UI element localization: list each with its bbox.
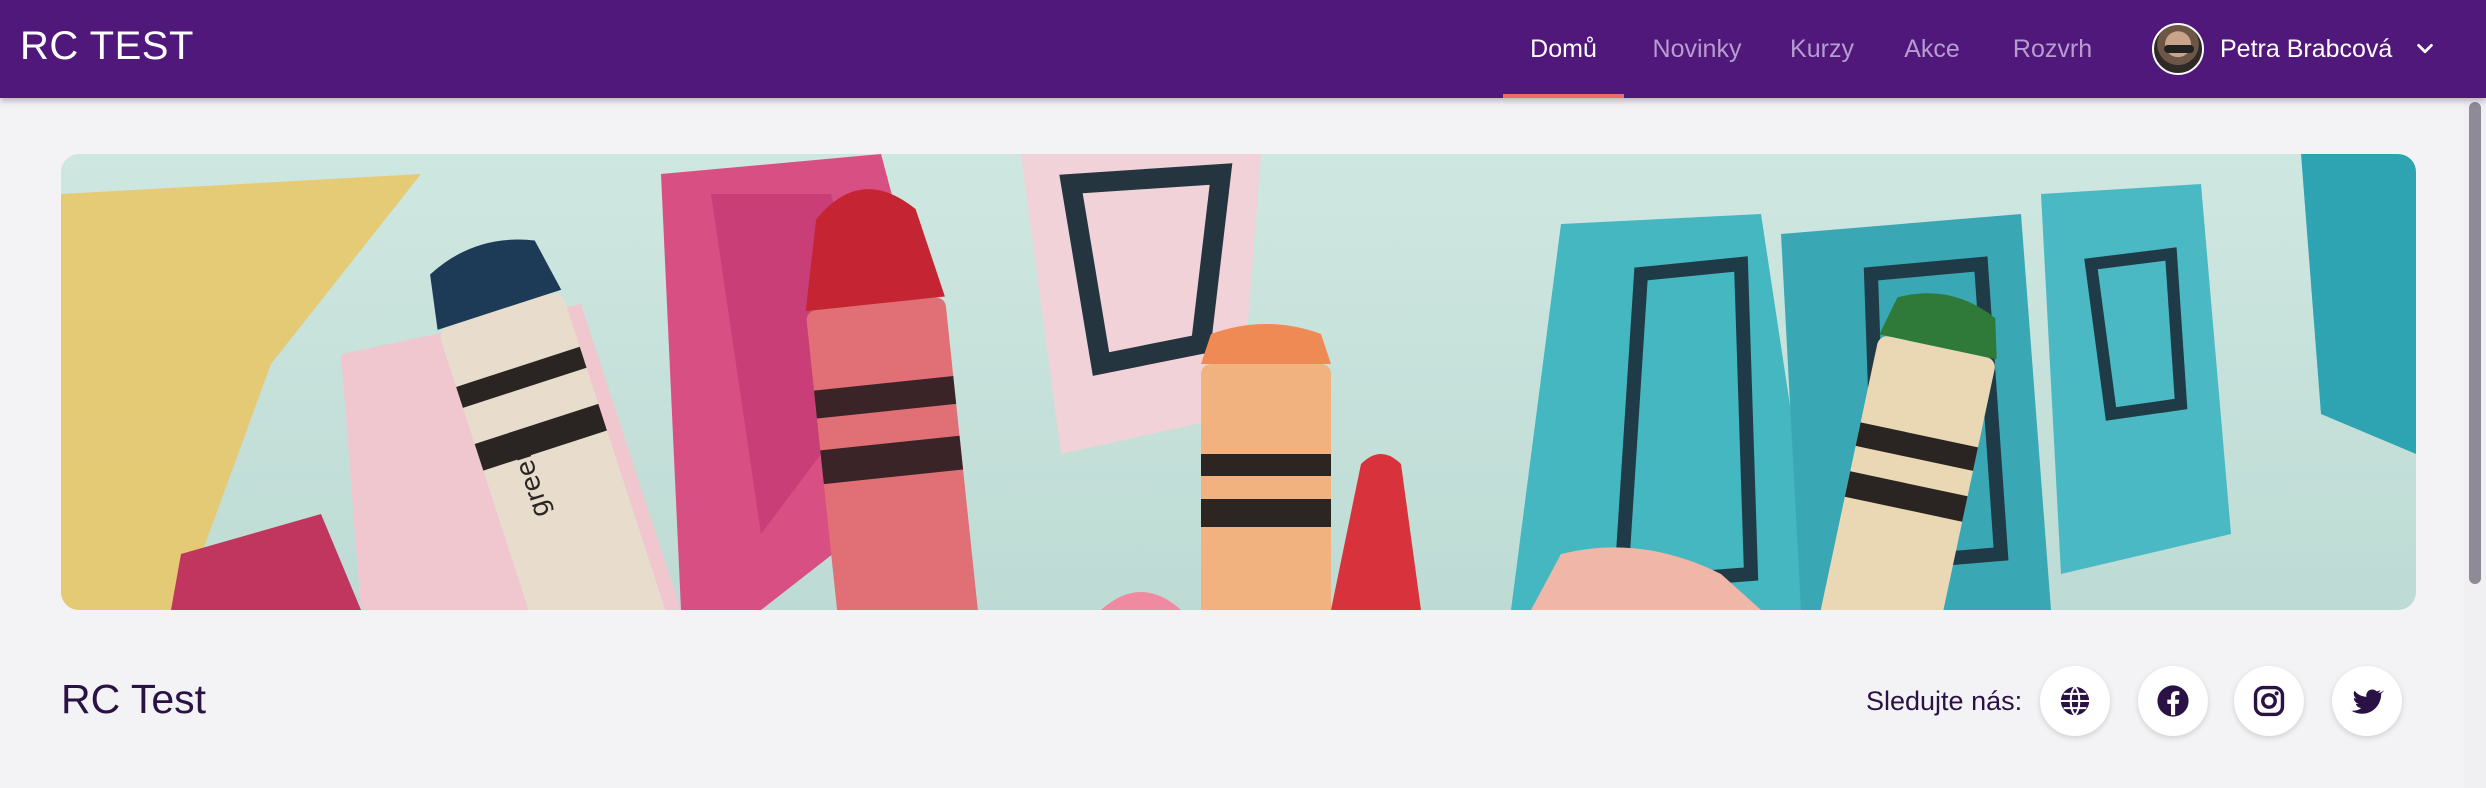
nav-item-rozvrh[interactable]: Rozvrh bbox=[1990, 0, 2115, 98]
main-navigation: Domů Novinky Kurzy Akce Rozvrh bbox=[1503, 0, 2115, 98]
nav-item-domu[interactable]: Domů bbox=[1503, 0, 1624, 98]
hero-banner-image: green bbox=[61, 154, 2416, 610]
twitter-icon bbox=[2351, 689, 2384, 714]
facebook-icon bbox=[2157, 685, 2189, 717]
avatar bbox=[2152, 23, 2204, 75]
page-title: RC Test bbox=[61, 676, 207, 722]
page-scrollbar[interactable] bbox=[2464, 98, 2486, 788]
instagram-link[interactable] bbox=[2234, 666, 2304, 736]
instagram-icon bbox=[2253, 685, 2285, 717]
globe-icon bbox=[2060, 686, 2090, 716]
top-navigation-bar: RC TEST Domů Novinky Kurzy Akce Rozvrh P… bbox=[0, 0, 2486, 98]
user-menu[interactable]: Petra Brabcová bbox=[2152, 22, 2436, 76]
nav-item-kurzy[interactable]: Kurzy bbox=[1770, 0, 1874, 98]
site-brand[interactable]: RC TEST bbox=[20, 24, 194, 69]
follow-us-label: Sledujte nás: bbox=[1866, 686, 2023, 716]
twitter-link[interactable] bbox=[2332, 666, 2402, 736]
facebook-link[interactable] bbox=[2138, 666, 2208, 736]
user-name: Petra Brabcová bbox=[2220, 34, 2393, 63]
chevron-down-icon bbox=[2417, 43, 2434, 54]
nav-item-akce[interactable]: Akce bbox=[1874, 0, 1990, 98]
nav-item-novinky[interactable]: Novinky bbox=[1624, 0, 1770, 98]
website-link[interactable] bbox=[2040, 666, 2110, 736]
scrollbar-thumb[interactable] bbox=[2469, 102, 2481, 584]
